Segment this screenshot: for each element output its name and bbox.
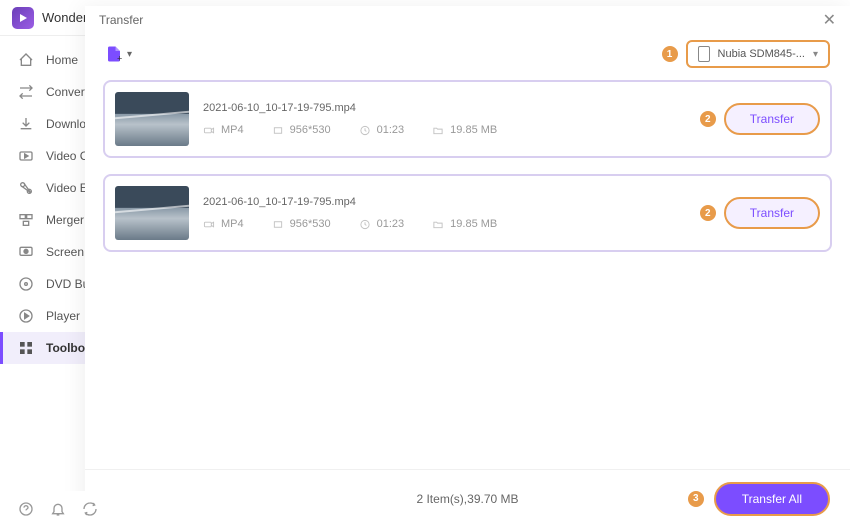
download-icon [18,116,34,132]
sidebar-label: Merger [46,213,84,227]
merger-icon [18,212,34,228]
help-icon[interactable] [18,501,34,517]
camera-icon [203,125,215,136]
transfer-button[interactable]: Transfer [724,197,820,229]
camera-icon [203,219,215,230]
chevron-down-icon: ▾ [127,49,132,60]
player-icon [18,308,34,324]
video-edit-icon [18,180,34,196]
svg-text:+: + [117,54,122,64]
dvd-burn-icon [18,276,34,292]
step-badge-2: 2 [700,205,716,221]
app-logo [12,7,34,29]
modal-title: Transfer [99,13,143,27]
bell-icon[interactable] [50,501,66,517]
transfer-modal: Transfer ✕ + ▾ 1 Nubia SDM845-... ▾ 2021… [85,6,850,527]
refresh-icon[interactable] [82,501,98,517]
video-thumbnail [115,186,189,240]
file-item[interactable]: 2021-06-10_10-17-19-795.mp4 MP4 956*530 … [103,174,832,252]
video-thumbnail [115,92,189,146]
file-format: MP4 [221,124,244,136]
home-icon [18,52,34,68]
file-format: MP4 [221,218,244,230]
device-name: Nubia SDM845-... [718,48,805,60]
file-size: 19.85 MB [450,218,497,230]
modal-toolbar: + ▾ 1 Nubia SDM845-... ▾ [85,34,850,74]
sidebar-label: Home [46,53,78,67]
chevron-down-icon: ▾ [813,49,818,60]
video-compress-icon [18,148,34,164]
close-modal-button[interactable]: ✕ [823,10,836,30]
status-bar [0,491,180,527]
convert-icon [18,84,34,100]
file-item[interactable]: 2021-06-10_10-17-19-795.mp4 MP4 956*530 … [103,80,832,158]
add-file-button[interactable]: + ▾ [105,45,132,63]
file-info: 2021-06-10_10-17-19-795.mp4 MP4 956*530 … [203,102,686,136]
file-name: 2021-06-10_10-17-19-795.mp4 [203,196,686,208]
resolution-icon [272,219,284,230]
modal-header: Transfer ✕ [85,6,850,34]
file-duration: 01:23 [377,124,405,136]
step-badge-3: 3 [688,491,704,507]
file-list: 2021-06-10_10-17-19-795.mp4 MP4 956*530 … [85,74,850,469]
app-title: Wonder [42,10,87,25]
device-selector[interactable]: Nubia SDM845-... ▾ [686,40,830,68]
folder-icon [432,219,444,230]
file-info: 2021-06-10_10-17-19-795.mp4 MP4 956*530 … [203,196,686,230]
file-duration: 01:23 [377,218,405,230]
file-size: 19.85 MB [450,124,497,136]
transfer-all-button[interactable]: Transfer All [714,482,830,516]
modal-footer: 2 Item(s),39.70 MB 3 Transfer All [85,469,850,527]
step-badge-2: 2 [700,111,716,127]
screen-record-icon [18,244,34,260]
sidebar-label: Player [46,309,80,323]
phone-icon [698,46,710,62]
clock-icon [359,125,371,136]
file-name: 2021-06-10_10-17-19-795.mp4 [203,102,686,114]
step-badge-1: 1 [662,46,678,62]
folder-icon [432,125,444,136]
file-summary: 2 Item(s),39.70 MB [416,492,518,506]
toolbox-icon [18,340,34,356]
file-resolution: 956*530 [290,218,331,230]
file-resolution: 956*530 [290,124,331,136]
transfer-button[interactable]: Transfer [724,103,820,135]
add-file-icon: + [105,45,123,63]
clock-icon [359,219,371,230]
resolution-icon [272,125,284,136]
